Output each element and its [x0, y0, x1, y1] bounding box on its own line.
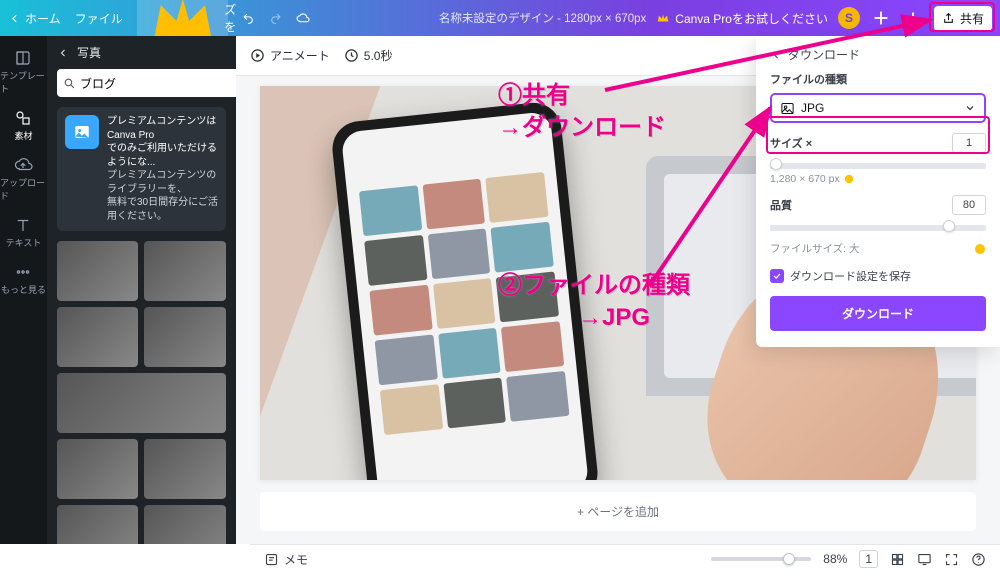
rail-elements-label: 素材	[14, 129, 32, 142]
page-indicator[interactable]: 1	[859, 550, 878, 568]
file-label: ファイル	[75, 10, 123, 27]
undo-button[interactable]	[242, 12, 255, 25]
photo-grid	[57, 241, 226, 544]
top-bar: ホーム ファイル サイズを変更 名称未設定のデザイン - 1280px × 67…	[0, 0, 1000, 36]
rail-template-label: テンプレート	[0, 69, 47, 95]
redo-button[interactable]	[269, 12, 282, 25]
photo-thumb[interactable]	[144, 439, 226, 499]
dimensions-text: 1,280 × 670 px	[770, 173, 840, 185]
search-icon	[63, 77, 76, 90]
rail-more[interactable]: もっと見る	[1, 256, 46, 303]
photo-thumb[interactable]	[57, 241, 139, 301]
grid-view-icon[interactable]	[890, 552, 905, 567]
notes-button[interactable]: メモ	[264, 551, 308, 568]
home-label: ホーム	[25, 10, 61, 27]
footer-bar: メモ 88% 1	[250, 544, 1000, 573]
quality-label: 品質	[770, 197, 792, 213]
duration-label: 5.0秒	[364, 47, 393, 64]
try-pro-label: Canva Proをお試しください	[675, 10, 828, 27]
crown-badge-icon	[974, 243, 986, 255]
cloud-sync-icon[interactable]	[296, 12, 309, 25]
promo-line1: プレミアムコンテンツはCanva Pro	[107, 115, 218, 142]
image-icon	[65, 115, 99, 149]
animate-label: アニメート	[270, 47, 330, 64]
rail-upload-label: アップロード	[0, 176, 47, 202]
size-label: サイズ ×	[770, 135, 812, 151]
document-title[interactable]: 名称未設定のデザイン - 1280px × 670px	[439, 10, 646, 26]
popover-back-label: ダウンロード	[788, 46, 860, 63]
photo-thumb[interactable]	[57, 439, 139, 499]
save-settings-checkbox[interactable]: ダウンロード設定を保存	[770, 268, 986, 284]
try-pro-button[interactable]: Canva Proをお試しください	[656, 10, 828, 27]
promo-line2: でのみご利用いただけるようにな...	[107, 142, 218, 169]
home-link[interactable]: ホーム	[8, 10, 61, 27]
promo-line4: 無料で30日間存分にご活用ください。	[107, 196, 218, 223]
photo-thumb[interactable]	[57, 505, 139, 544]
file-type-select[interactable]: JPG	[770, 93, 986, 123]
download-button[interactable]: ダウンロード	[770, 296, 986, 331]
avatar[interactable]: S	[838, 7, 860, 29]
zoom-slider[interactable]	[711, 557, 811, 561]
present-icon[interactable]	[917, 552, 932, 567]
search-input[interactable]	[80, 76, 235, 90]
sidebar-title: 写真	[77, 44, 101, 61]
share-label: 共有	[960, 10, 984, 27]
search-input-wrap[interactable]: ✕	[57, 69, 236, 97]
crown-badge-icon	[844, 174, 854, 184]
rail-more-label: もっと見る	[1, 283, 46, 296]
size-value-input[interactable]	[952, 133, 986, 153]
size-slider[interactable]	[770, 159, 986, 169]
zoom-value: 88%	[823, 552, 847, 566]
invite-button[interactable]	[870, 7, 892, 29]
quality-slider[interactable]	[770, 221, 986, 231]
rail-text[interactable]: テキスト	[6, 209, 42, 256]
download-popover: ダウンロード ファイルの種類 JPG サイズ × 1,280 × 670 px …	[756, 36, 1000, 347]
share-button[interactable]: 共有	[934, 6, 992, 31]
rail-elements[interactable]: 素材	[14, 102, 32, 149]
photo-thumb[interactable]	[144, 307, 226, 367]
filesize-label: ファイルサイズ: 大	[770, 241, 860, 256]
rail-text-label: テキスト	[6, 236, 42, 249]
notes-label: メモ	[284, 551, 308, 568]
sidebar: 写真 ✕ プレミアムコンテンツはCanva Pro でのみご利用いただけるように…	[47, 36, 236, 544]
insights-button[interactable]	[902, 7, 924, 29]
checkbox-icon	[770, 269, 784, 283]
photo-thumb[interactable]	[144, 505, 226, 544]
photo-thumb[interactable]	[144, 241, 226, 301]
fullscreen-icon[interactable]	[944, 552, 959, 567]
popover-back[interactable]: ダウンロード	[770, 46, 986, 63]
help-icon[interactable]	[971, 552, 986, 567]
chevron-down-icon	[964, 102, 976, 114]
image-type-icon	[780, 101, 795, 116]
file-type-value: JPG	[801, 101, 824, 115]
save-settings-label: ダウンロード設定を保存	[790, 268, 911, 284]
photo-thumb[interactable]	[57, 373, 226, 433]
animate-button[interactable]: アニメート	[250, 47, 330, 64]
page-indicator-value: 1	[865, 552, 872, 566]
promo-line3: プレミアムコンテンツのライブラリーを、	[107, 169, 218, 196]
photo-thumb[interactable]	[57, 307, 139, 367]
sidebar-back[interactable]: 写真	[57, 44, 226, 61]
add-page-button[interactable]: + ページを追加	[260, 492, 976, 531]
left-rail: テンプレート 素材 アップロード テキスト もっと見る	[0, 36, 47, 544]
quality-value-input[interactable]	[952, 195, 986, 215]
premium-promo[interactable]: プレミアムコンテンツはCanva Pro でのみご利用いただけるようにな... …	[57, 107, 226, 231]
duration-button[interactable]: 5.0秒	[344, 47, 393, 64]
rail-template[interactable]: テンプレート	[0, 42, 47, 102]
file-type-section-label: ファイルの種類	[770, 71, 986, 87]
rail-upload[interactable]: アップロード	[0, 149, 47, 209]
file-menu[interactable]: ファイル	[75, 10, 123, 27]
